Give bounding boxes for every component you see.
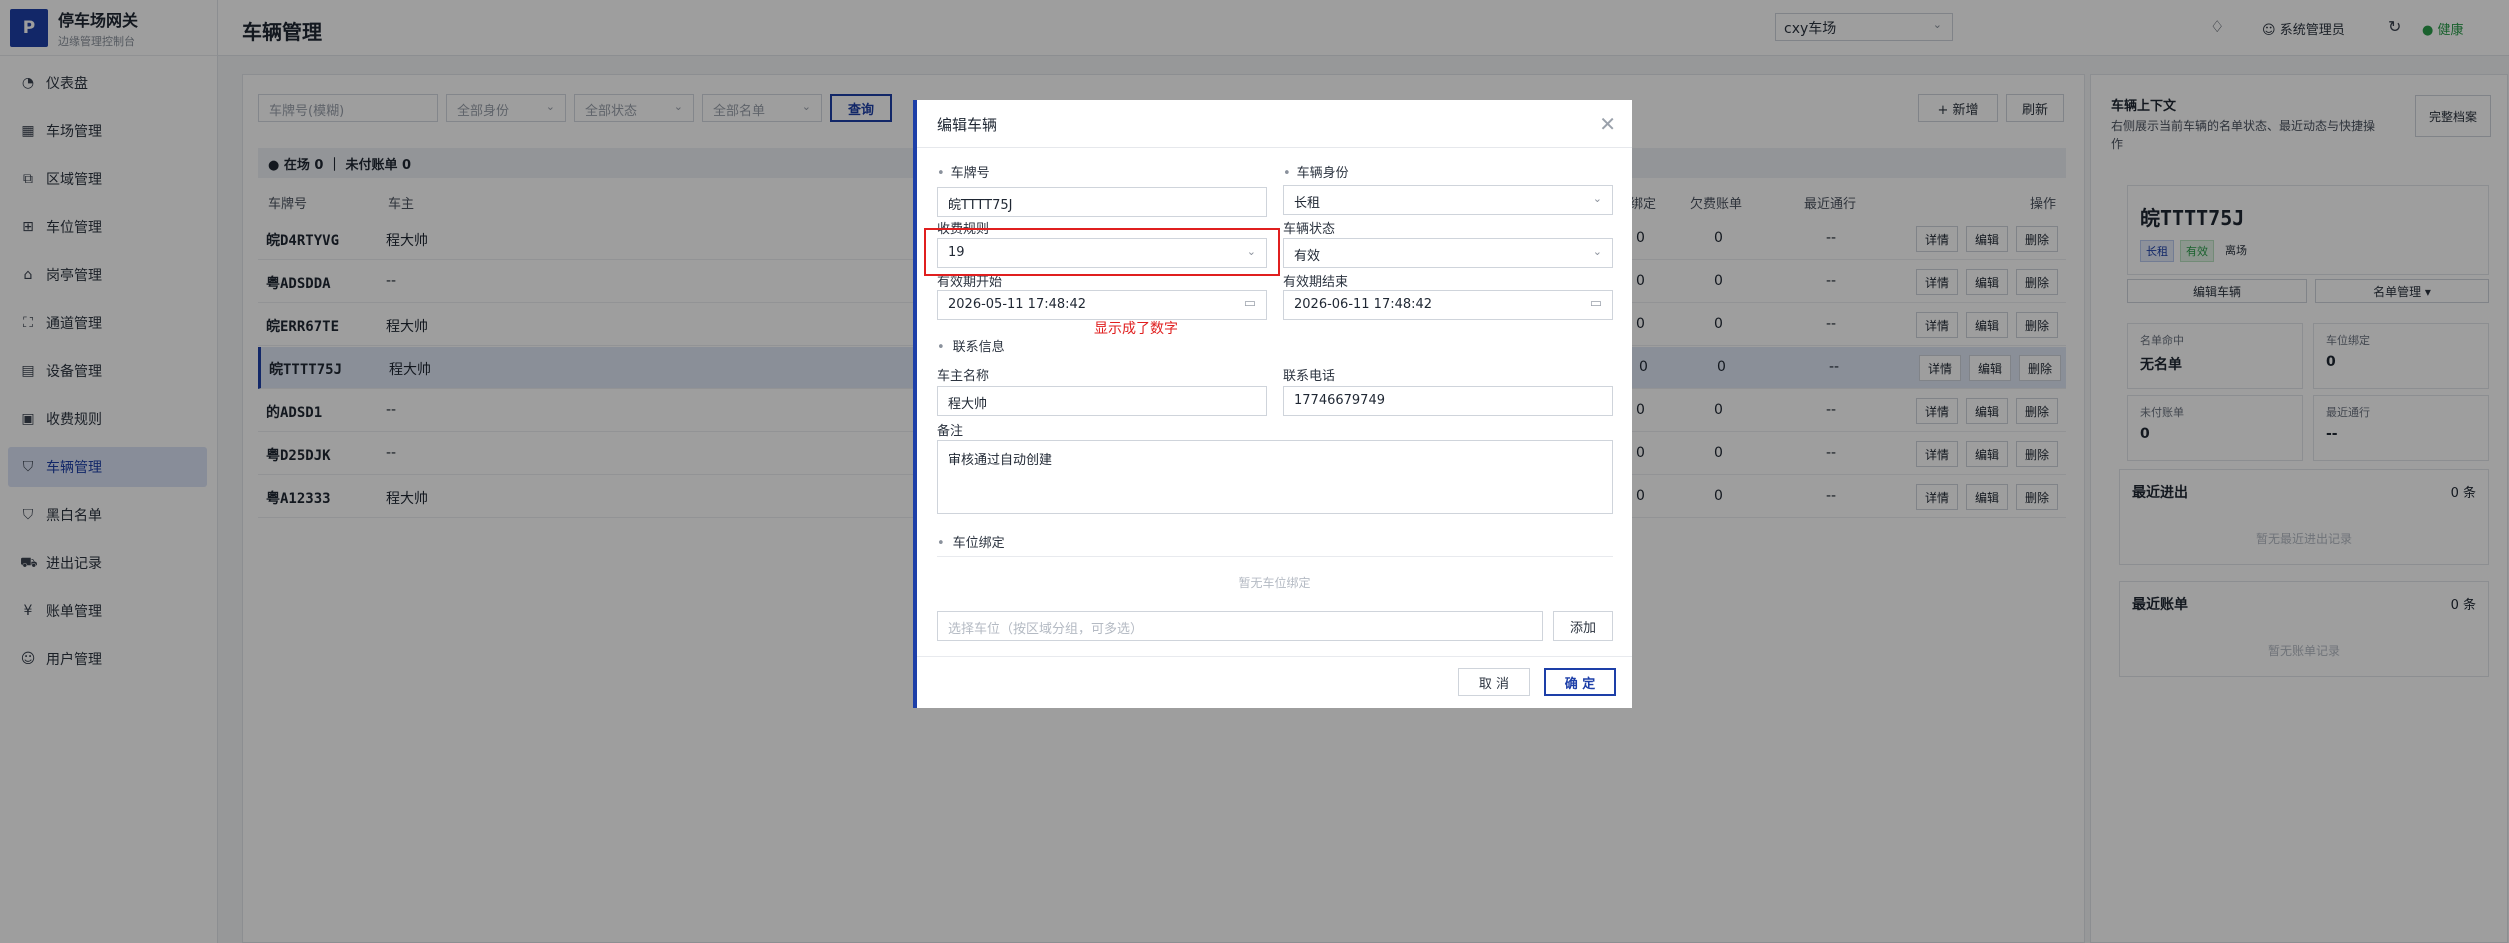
highlight-box [924, 228, 1280, 276]
remark-label: 备注 [937, 424, 964, 439]
remark-textarea[interactable]: 审核通过自动创建 [937, 440, 1613, 514]
binding-empty-text: 暂无车位绑定 [1238, 576, 1311, 590]
owner-input[interactable]: 程大帅 [937, 386, 1267, 416]
start-date-value: 2026-05-11 17:48:42 [948, 297, 1087, 312]
add-slot-button[interactable]: 添加 [1553, 611, 1613, 641]
owner-label: 车主名称 [937, 369, 990, 384]
end-date-value: 2026-06-11 17:48:42 [1294, 297, 1433, 312]
status-label: 车辆状态 [1283, 222, 1336, 237]
binding-section-title: • 车位绑定 [937, 536, 1005, 551]
phone-input[interactable]: 17746679749 [1283, 386, 1613, 416]
start-date-input[interactable]: 2026-05-11 17:48:42 ▭ [937, 290, 1267, 320]
modal-title: 编辑车辆 [917, 100, 1632, 148]
confirm-button[interactable]: 确 定 [1544, 668, 1616, 696]
edit-vehicle-modal: 编辑车辆 ✕ • 车牌号 皖TTTT75J • 车辆身份 长租 ⌄ 收费规则 19 ⌄ … [913, 100, 1632, 708]
calendar-icon: ▭ [1243, 296, 1256, 311]
status-select[interactable]: 有效 ⌄ [1283, 238, 1613, 268]
contact-section-title: • 联系信息 [937, 340, 1005, 355]
chevron-down-icon: ⌄ [1592, 192, 1602, 205]
section-divider [937, 556, 1613, 557]
slot-select-input[interactable]: 选择车位（按区域分组，可多选） [937, 611, 1543, 641]
end-date-label: 有效期结束 [1283, 275, 1349, 290]
annotation-text: 显示成了数字 [1094, 321, 1178, 337]
calendar-icon: ▭ [1589, 296, 1602, 311]
close-icon[interactable]: ✕ [1599, 112, 1616, 136]
plate-input[interactable]: 皖TTTT75J [937, 187, 1267, 217]
identity-select[interactable]: 长租 ⌄ [1283, 185, 1613, 215]
footer-divider [917, 656, 1632, 657]
identity-value: 长租 [1294, 196, 1321, 211]
chevron-down-icon: ⌄ [1592, 245, 1602, 258]
phone-label: 联系电话 [1283, 369, 1336, 384]
cancel-button[interactable]: 取 消 [1458, 668, 1530, 696]
identity-label: • 车辆身份 [1283, 166, 1349, 181]
status-value: 有效 [1294, 249, 1321, 264]
plate-label: • 车牌号 [937, 166, 990, 181]
end-date-input[interactable]: 2026-06-11 17:48:42 ▭ [1283, 290, 1613, 320]
